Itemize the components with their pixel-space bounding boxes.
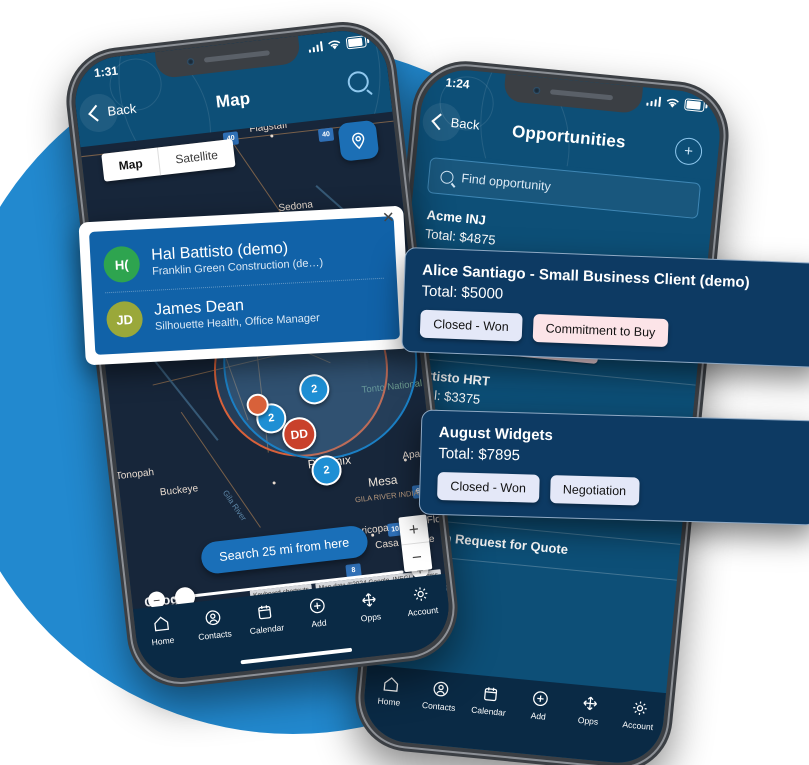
tab-label: Home <box>377 695 401 708</box>
contact-popup-body: H( Hal Battisto (demo) Franklin Green Co… <box>88 216 401 355</box>
stage-badge[interactable]: Negotiation <box>549 475 640 506</box>
person-circle-icon <box>205 610 221 626</box>
status-icons <box>645 95 706 113</box>
tab-label: Contacts <box>197 628 233 642</box>
tab-calendar[interactable]: Calendar <box>238 599 294 637</box>
earpiece-speaker <box>203 50 270 63</box>
search-placeholder: Find opportunity <box>460 171 552 194</box>
contact-text: James Dean Silhouette Health, Office Man… <box>154 293 320 333</box>
front-camera-icon <box>186 57 195 66</box>
tab-account[interactable]: Account <box>394 582 450 620</box>
tab-add[interactable]: Add <box>513 687 566 724</box>
status-time: 1:24 <box>444 75 471 92</box>
screenshot-stage: 1:24 Back Opportunities + Find opportuni… <box>0 0 809 765</box>
tab-calendar[interactable]: Calendar <box>463 682 516 719</box>
home-icon <box>383 677 398 692</box>
tab-label: Calendar <box>470 704 507 718</box>
map-label: Tonopah <box>115 467 155 483</box>
status-time: 1:31 <box>93 63 119 81</box>
home-indicator <box>240 647 353 665</box>
tab-opps[interactable]: Opps <box>563 692 616 729</box>
tab-label: Add <box>530 710 547 722</box>
tab-label: Contacts <box>421 699 456 714</box>
opportunity-detail-card-august[interactable]: August Widgets Total: $7895 Closed - Won… <box>418 409 809 526</box>
calendar-icon <box>483 687 497 702</box>
home-icon <box>153 616 169 632</box>
opportunity-arrows-icon <box>362 593 376 607</box>
close-icon[interactable]: ✕ <box>382 209 395 227</box>
my-location-button[interactable] <box>337 119 380 162</box>
gear-icon <box>632 701 647 715</box>
tab-label: Account <box>407 604 439 619</box>
tab-account[interactable]: Account <box>612 696 665 733</box>
tab-add[interactable]: Add <box>290 593 346 631</box>
plus-circle-icon <box>309 598 325 614</box>
tab-home[interactable]: Home <box>364 672 417 709</box>
tab-label: Account <box>622 719 654 733</box>
signal-bars-icon <box>645 96 662 107</box>
opportunity-arrows-icon <box>582 696 597 711</box>
stage-badge[interactable]: Commitment to Buy <box>532 314 669 348</box>
tab-label: Opps <box>360 611 382 624</box>
battery-icon <box>684 98 706 113</box>
front-camera-icon <box>532 86 541 95</box>
wifi-icon <box>666 98 679 108</box>
tab-label: Home <box>151 634 175 648</box>
signal-bars-icon <box>308 41 324 53</box>
status-badge[interactable]: Closed - Won <box>437 472 540 504</box>
contact-cluster-popup[interactable]: ✕ H( Hal Battisto (demo) Franklin Green … <box>78 205 411 366</box>
tab-contacts[interactable]: Contacts <box>186 605 242 643</box>
map-label: Mesa <box>367 472 399 490</box>
plus-circle-icon <box>532 691 548 706</box>
person-circle-icon <box>433 681 448 697</box>
zoom-in-button[interactable]: + <box>398 514 430 546</box>
earpiece-speaker <box>549 89 614 101</box>
calendar-icon <box>258 605 272 620</box>
status-icons <box>307 35 367 54</box>
tab-opps[interactable]: Opps <box>342 588 398 626</box>
battery-icon <box>345 35 367 50</box>
avatar: JD <box>105 300 144 339</box>
route-shield: 40 <box>317 127 335 143</box>
tab-label: Add <box>310 617 328 630</box>
search-icon <box>439 169 455 184</box>
avatar: H( <box>102 245 141 284</box>
opportunity-detail-card-alice[interactable]: Alice Santiago - Small Business Client (… <box>401 246 809 369</box>
zoom-out-button[interactable]: − <box>402 542 433 572</box>
card-chips: Closed - Won Commitment to Buy <box>419 309 806 353</box>
map-pin-icon <box>352 132 365 150</box>
tab-contacts[interactable]: Contacts <box>413 677 466 714</box>
gear-icon <box>414 587 428 601</box>
wifi-icon <box>328 40 341 49</box>
map-label: GILA RIVER INDIAN RESERVATION <box>354 481 454 505</box>
card-chips: Closed - Won Negotiation <box>437 472 800 510</box>
status-badge[interactable]: Closed - Won <box>419 309 523 342</box>
tab-label: Calendar <box>249 622 285 637</box>
list-item[interactable]: JD James Dean Silhouette Health, Office … <box>105 277 387 344</box>
tab-home[interactable]: Home <box>134 611 190 649</box>
tab-label: Opps <box>577 714 599 727</box>
contact-text: Hal Battisto (demo) Franklin Green Const… <box>151 238 324 279</box>
map-label: Buckeye <box>159 483 199 499</box>
